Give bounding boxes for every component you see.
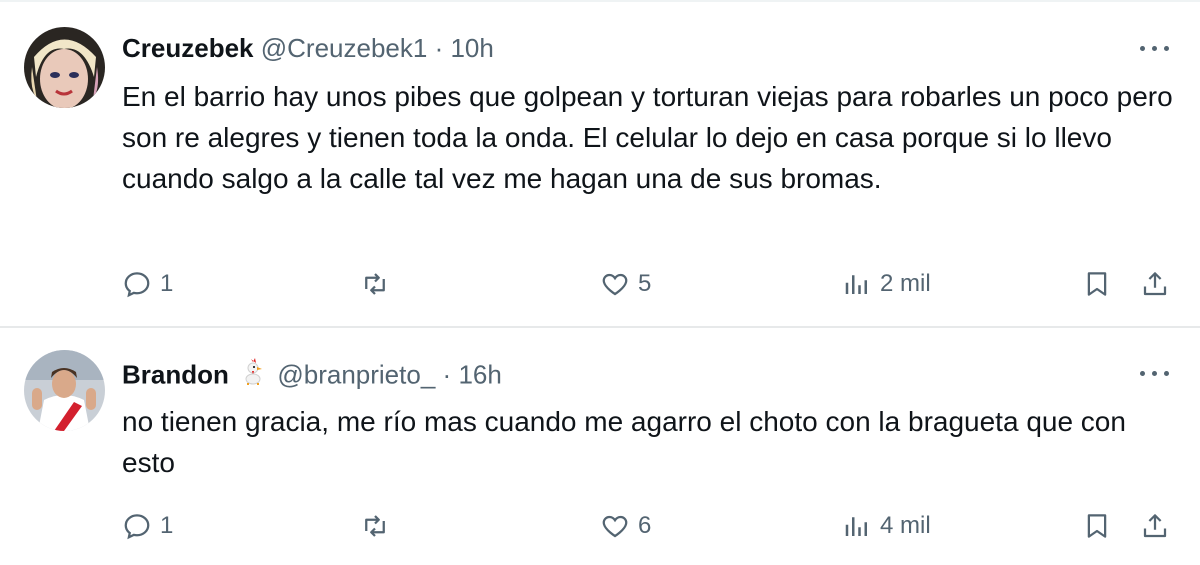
timestamp[interactable]: 16h [458, 359, 501, 389]
like-button[interactable]: 6 [600, 506, 651, 546]
avatar[interactable] [24, 350, 105, 431]
bookmark-icon [1087, 272, 1107, 296]
views-button[interactable]: 4 mil [842, 506, 931, 546]
bookmark-button[interactable] [1082, 264, 1112, 304]
display-name[interactable]: Creuzebek [122, 33, 254, 63]
reply-icon [124, 514, 150, 540]
view-count: 2 mil [880, 270, 931, 297]
display-name[interactable]: Brandon [122, 359, 229, 389]
bookmark-button[interactable] [1082, 506, 1112, 546]
like-count: 6 [638, 512, 652, 539]
tweet-header: Brandon @branprieto_ · 16h [122, 357, 502, 396]
share-icon [1143, 514, 1167, 538]
separator-dot: · [442, 359, 452, 390]
username[interactable]: @Creuzebek1 [261, 33, 428, 63]
retweet-button[interactable] [360, 506, 398, 546]
analytics-icon [845, 517, 867, 536]
analytics-icon [845, 275, 867, 294]
bookmark-icon [1087, 514, 1107, 538]
tweet-text: no tienen gracia, me río mas cuando me a… [122, 406, 1126, 478]
views-button[interactable]: 2 mil [842, 264, 931, 304]
timestamp[interactable]: 10h [450, 33, 493, 63]
reply-button[interactable]: 1 [122, 264, 173, 304]
reply-button[interactable]: 1 [122, 506, 173, 546]
like-count: 5 [638, 270, 652, 297]
retweet-icon [365, 515, 385, 537]
tweet-actions: 1 5 2 mil [0, 264, 1200, 304]
retweet-icon [365, 273, 385, 295]
reply-icon [124, 272, 150, 298]
more-options-icon[interactable] [1140, 38, 1172, 58]
like-button[interactable]: 5 [600, 264, 651, 304]
username[interactable]: @branprieto_ [277, 359, 435, 389]
view-count: 4 mil [880, 512, 931, 539]
tweet-text: En el barrio hay unos pibes que golpean … [122, 81, 1173, 194]
reply-count: 1 [160, 270, 174, 297]
tweet-header: Creuzebek @Creuzebek1 · 10h [122, 32, 494, 64]
retweet-button[interactable] [360, 264, 398, 304]
share-button[interactable] [1140, 264, 1170, 304]
share-button[interactable] [1140, 506, 1170, 546]
heart-icon [602, 515, 628, 538]
tweet[interactable]: Brandon @branprieto_ · 16h no tienen gra… [0, 326, 1200, 565]
avatar[interactable] [24, 27, 105, 108]
heart-icon [602, 273, 628, 296]
reply-count: 1 [160, 512, 174, 539]
rooster-emoji-icon [242, 357, 264, 392]
tweet[interactable]: Creuzebek @Creuzebek1 · 10h En el barrio… [0, 0, 1200, 326]
separator-dot: · [434, 33, 444, 63]
tweet-actions: 1 6 4 mil [0, 506, 1200, 546]
more-options-icon[interactable] [1140, 363, 1172, 383]
share-icon [1143, 272, 1167, 296]
